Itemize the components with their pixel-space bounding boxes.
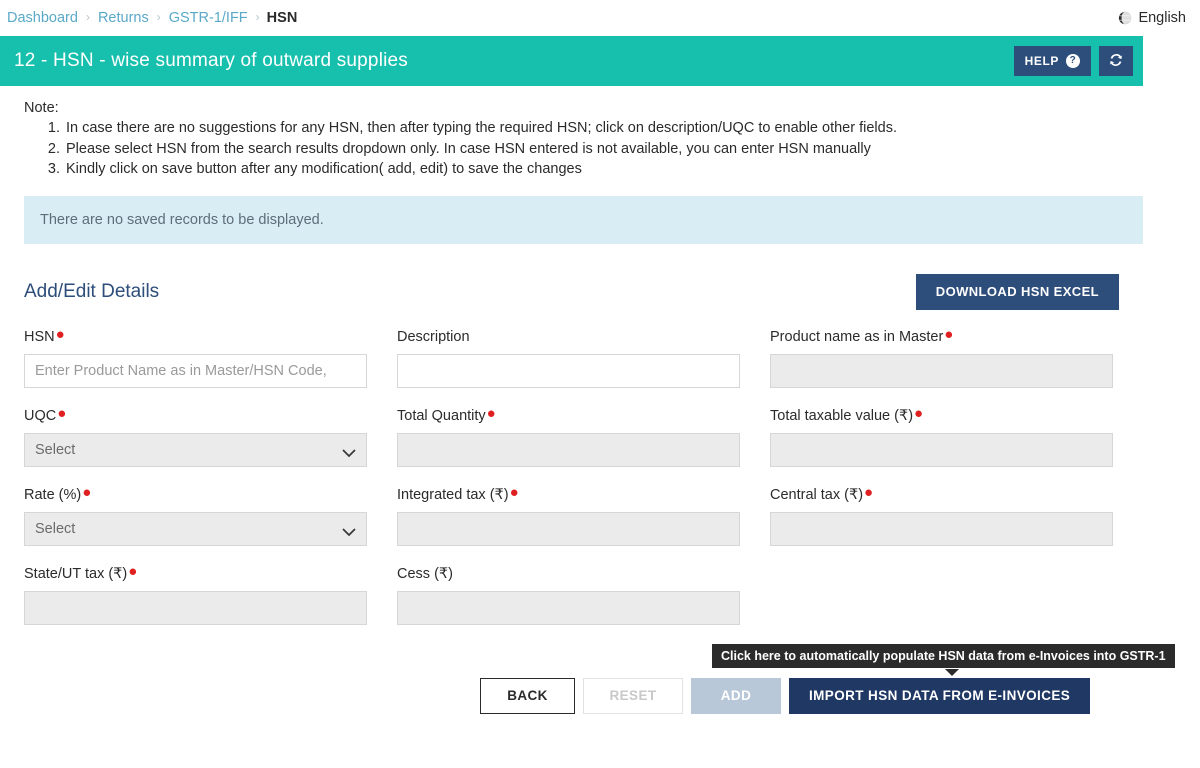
description-input[interactable] (397, 354, 740, 388)
field-state-ut-tax: State/UT tax (₹)● (24, 565, 367, 625)
label-central-tax: Central tax (₹)● (770, 486, 1113, 504)
page-title: 12 - HSN - wise summary of outward suppl… (14, 50, 408, 72)
add-edit-section-header: Add/Edit Details DOWNLOAD HSN EXCEL (24, 274, 1119, 310)
required-marker: ● (128, 563, 137, 580)
breadcrumb-separator: › (256, 10, 260, 24)
state-ut-tax-input[interactable] (24, 591, 367, 625)
label-product-name: Product name as in Master● (770, 328, 1113, 346)
language-label: English (1138, 10, 1186, 26)
question-circle-icon: ? (1066, 54, 1080, 68)
download-hsn-excel-button[interactable]: DOWNLOAD HSN EXCEL (916, 274, 1119, 310)
form-row: Rate (%)● Select Integrated tax (₹)● Cen… (24, 486, 1119, 546)
refresh-button[interactable] (1099, 46, 1133, 76)
label-hsn: HSN● (24, 328, 367, 346)
note-item: In case there are no suggestions for any… (64, 118, 1143, 139)
field-central-tax: Central tax (₹)● (770, 486, 1113, 546)
cess-input[interactable] (397, 591, 740, 625)
panel-header-actions: HELP ? (1014, 46, 1133, 76)
help-button[interactable]: HELP ? (1014, 46, 1091, 76)
notes-section: Note: In case there are no suggestions f… (0, 86, 1143, 180)
top-bar: Dashboard › Returns › GSTR-1/IFF › HSN E… (0, 0, 1200, 36)
required-marker: ● (944, 326, 953, 343)
info-banner-message: There are no saved records to be display… (40, 212, 324, 228)
breadcrumb-item-hsn: HSN (267, 10, 298, 26)
hsn-panel: 12 - HSN - wise summary of outward suppl… (0, 36, 1143, 714)
label-state-ut-tax: State/UT tax (₹)● (24, 565, 367, 583)
label-description: Description (397, 328, 740, 346)
form-row: UQC● Select Total Quantity● Total taxabl… (24, 407, 1119, 467)
label-cess: Cess (₹) (397, 565, 740, 583)
field-integrated-tax: Integrated tax (₹)● (397, 486, 740, 546)
central-tax-input[interactable] (770, 512, 1113, 546)
notes-list: In case there are no suggestions for any… (24, 118, 1143, 180)
import-hsn-data-button[interactable]: IMPORT HSN DATA FROM E-INVOICES (789, 678, 1090, 714)
label-integrated-tax: Integrated tax (₹)● (397, 486, 740, 504)
label-uqc: UQC● (24, 407, 367, 425)
required-marker: ● (487, 405, 496, 422)
form-row: State/UT tax (₹)● Cess (₹) (24, 565, 1119, 625)
rate-select[interactable]: Select (24, 512, 367, 546)
field-cess: Cess (₹) (397, 565, 740, 625)
breadcrumb-item-dashboard[interactable]: Dashboard (6, 10, 79, 26)
integrated-tax-input[interactable] (397, 512, 740, 546)
required-marker: ● (57, 405, 66, 422)
reset-button[interactable]: RESET (583, 678, 683, 714)
required-marker: ● (56, 326, 65, 343)
total-quantity-input[interactable] (397, 433, 740, 467)
note-item: Please select HSN from the search result… (64, 139, 1143, 160)
field-rate: Rate (%)● Select (24, 486, 367, 546)
label-total-quantity: Total Quantity● (397, 407, 740, 425)
back-button[interactable]: BACK (480, 678, 575, 714)
field-description: Description (397, 328, 740, 388)
required-marker: ● (510, 484, 519, 501)
refresh-icon (1108, 52, 1124, 71)
language-selector[interactable]: English (1118, 10, 1186, 26)
import-tooltip: Click here to automatically populate HSN… (712, 644, 1175, 668)
total-taxable-value-input[interactable] (770, 433, 1113, 467)
section-title: Add/Edit Details (24, 281, 159, 303)
field-product-name: Product name as in Master● (770, 328, 1113, 388)
breadcrumb-separator: › (86, 10, 90, 24)
panel-header: 12 - HSN - wise summary of outward suppl… (0, 36, 1143, 86)
required-marker: ● (914, 405, 923, 422)
info-banner: There are no saved records to be display… (24, 196, 1143, 244)
tooltip-arrow-icon (945, 669, 959, 676)
breadcrumb-item-returns[interactable]: Returns (97, 10, 150, 26)
footer-actions: BACK RESET ADD IMPORT HSN DATA FROM E-IN… (480, 678, 1090, 714)
label-rate: Rate (%)● (24, 486, 367, 504)
breadcrumb-item-gstr1-iff[interactable]: GSTR-1/IFF (168, 10, 249, 26)
label-total-taxable-value: Total taxable value (₹)● (770, 407, 1113, 425)
required-marker: ● (82, 484, 91, 501)
field-hsn: HSN● (24, 328, 367, 388)
breadcrumb-separator: › (157, 10, 161, 24)
field-total-quantity: Total Quantity● (397, 407, 740, 467)
note-item: Kindly click on save button after any mo… (64, 159, 1143, 180)
field-uqc: UQC● Select (24, 407, 367, 467)
product-name-input[interactable] (770, 354, 1113, 388)
globe-icon (1118, 11, 1132, 25)
form-row: HSN● Description Product name as in Mast… (24, 328, 1119, 388)
field-total-taxable-value: Total taxable value (₹)● (770, 407, 1113, 467)
required-marker: ● (864, 484, 873, 501)
notes-title: Note: (24, 100, 1143, 116)
add-button[interactable]: ADD (691, 678, 781, 714)
help-label: HELP (1025, 54, 1059, 68)
uqc-select[interactable]: Select (24, 433, 367, 467)
form-footer: Click here to automatically populate HSN… (0, 644, 1143, 714)
breadcrumb: Dashboard › Returns › GSTR-1/IFF › HSN (6, 10, 297, 26)
hsn-input[interactable] (24, 354, 367, 388)
hsn-form: HSN● Description Product name as in Mast… (24, 328, 1119, 625)
